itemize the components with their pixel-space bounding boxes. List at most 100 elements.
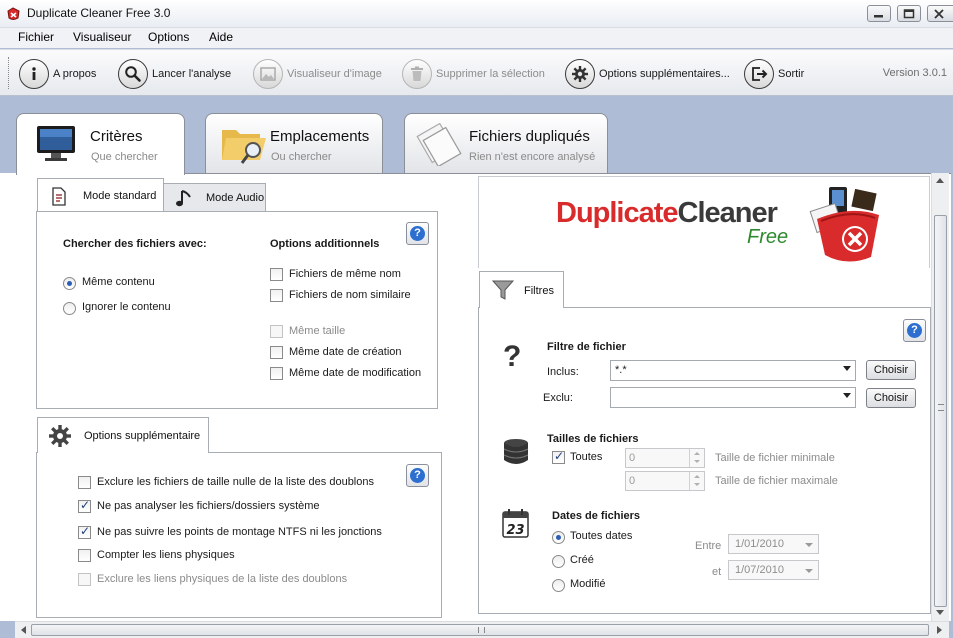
exclude-filter-combo[interactable] <box>610 387 856 408</box>
radio-ignore-content-label: Ignorer le contenu <box>82 301 171 313</box>
option-same-modified-date[interactable]: Même date de modification <box>270 367 430 382</box>
document-icon <box>51 187 67 209</box>
vertical-scroll-thumb[interactable] <box>934 215 947 607</box>
maximize-button[interactable] <box>897 5 921 22</box>
exit-button[interactable]: Sortir <box>744 58 804 90</box>
app-logo-text: DuplicateCleaner <box>556 197 778 230</box>
scroll-up-icon[interactable] <box>936 178 944 183</box>
radio-modified-label: Modifié <box>570 578 606 590</box>
delete-selection-button[interactable]: Supprimer la sélection <box>402 58 545 90</box>
filters-panel: ? ? Filtre de fichier Inclus: *.* Choisi… <box>478 307 931 614</box>
scan-button[interactable]: Lancer l'analyse <box>118 58 231 90</box>
about-button[interactable]: A propos <box>19 58 96 90</box>
stepper-arrows-icon <box>689 449 704 467</box>
checkbox-similar-name[interactable] <box>270 289 283 302</box>
menu-aide[interactable]: Aide <box>209 30 233 44</box>
extra-options-help-button[interactable]: ? <box>406 464 429 487</box>
option-count-hard-links-label: Compter les liens physiques <box>97 549 235 561</box>
horizontal-scroll-thumb[interactable] <box>31 624 929 636</box>
checkbox-sizes-all[interactable] <box>552 449 565 464</box>
magnifier-icon <box>118 59 148 89</box>
toolbar: A propos Lancer l'analyse Visualiseur d'… <box>0 49 953 96</box>
image-icon <box>253 59 283 89</box>
radio-created-button[interactable] <box>552 555 565 568</box>
option-exclude-zero-size-label: Exclure les fichiers de taille nulle de … <box>97 476 374 488</box>
radio-all-dates-button[interactable] <box>552 531 565 544</box>
option-similar-name[interactable]: Fichiers de nom similaire <box>270 289 430 304</box>
checkbox-same-name[interactable] <box>270 268 283 281</box>
radio-created[interactable]: Créé <box>552 554 652 569</box>
checkbox-same-size <box>270 325 283 338</box>
scan-label: Lancer l'analyse <box>152 68 232 80</box>
scroll-left-icon[interactable] <box>21 626 26 634</box>
date-to-picker: 1/07/2010 <box>728 560 819 580</box>
calendar-icon: 23 <box>501 507 531 542</box>
radio-all-dates-label: Toutes dates <box>570 530 633 542</box>
radio-same-content-button[interactable] <box>63 277 76 290</box>
choose-exclude-button[interactable]: Choisir <box>866 388 916 408</box>
option-skip-system-files[interactable]: Ne pas analyser les fichiers/dossiers sy… <box>78 498 388 515</box>
min-size-value: 0 <box>629 452 636 464</box>
checkbox-same-modified-date[interactable] <box>270 367 283 380</box>
radio-same-content-label: Même contenu <box>82 276 155 288</box>
criteria-help-button[interactable]: ? <box>406 222 429 245</box>
sizes-all-option[interactable]: Toutes <box>552 449 612 466</box>
tab-mode-audio[interactable]: Mode Audio <box>163 183 266 212</box>
chevron-down-icon <box>805 569 813 573</box>
radio-modified-button[interactable] <box>552 579 565 592</box>
info-icon <box>19 59 49 89</box>
checkbox-same-creation-date[interactable] <box>270 346 283 359</box>
more-options-button[interactable]: Options supplémentaires... <box>565 58 730 90</box>
choose-include-button[interactable]: Choisir <box>866 360 916 380</box>
checkbox-skip-ntfs-mounts[interactable] <box>78 524 91 539</box>
checkbox-skip-system-files[interactable] <box>78 498 91 513</box>
option-exclude-zero-size[interactable]: Exclure les fichiers de taille nulle de … <box>78 476 388 491</box>
checkbox-exclude-zero-size[interactable] <box>78 476 91 489</box>
radio-same-content[interactable]: Même contenu <box>63 276 193 291</box>
tab-extra-options[interactable]: Options supplémentaire <box>37 417 209 453</box>
logo-area: DuplicateCleaner Free <box>478 176 930 268</box>
image-viewer-button[interactable]: Visualiseur d'image <box>253 58 382 90</box>
option-exclude-hard-links-label: Exclure les liens physiques de la liste … <box>97 573 348 585</box>
menu-options[interactable]: Options <box>148 30 189 44</box>
image-viewer-label: Visualiseur d'image <box>287 68 382 80</box>
horizontal-scrollbar[interactable] <box>15 621 949 638</box>
include-filter-combo[interactable]: *.* <box>610 360 856 381</box>
option-same-size: Même taille <box>270 325 430 340</box>
toolbar-grip <box>8 57 11 89</box>
radio-ignore-content-button[interactable] <box>63 302 76 315</box>
tab-emplacements[interactable]: Emplacements Ou chercher <box>205 113 383 173</box>
option-exclude-hard-links: Exclure les liens physiques de la liste … <box>78 573 388 588</box>
menu-fichier[interactable]: Fichier <box>18 30 54 44</box>
scroll-down-icon[interactable] <box>936 610 944 615</box>
option-same-name[interactable]: Fichiers de même nom <box>270 268 430 283</box>
option-same-size-label: Même taille <box>289 325 346 337</box>
logo-free: Free <box>747 226 789 248</box>
tab-fichiers-dupliques[interactable]: Fichiers dupliqués Rien n'est encore ana… <box>404 113 608 173</box>
tab-criteres[interactable]: Critères Que chercher <box>16 113 185 175</box>
scroll-right-icon[interactable] <box>937 626 942 634</box>
radio-modified[interactable]: Modifié <box>552 578 652 593</box>
option-same-creation-date[interactable]: Même date de création <box>270 346 430 361</box>
and-label: et <box>712 566 722 578</box>
option-count-hard-links[interactable]: Compter les liens physiques <box>78 549 388 564</box>
sizes-all-label: Toutes <box>570 451 603 463</box>
checkbox-count-hard-links[interactable] <box>78 549 91 562</box>
tab-mode-standard[interactable]: Mode standard <box>37 178 164 211</box>
tab-filtres[interactable]: Filtres <box>479 271 564 308</box>
tab-extra-options-label: Options supplémentaire <box>84 430 201 442</box>
filters-help-button[interactable]: ? <box>903 319 926 342</box>
radio-all-dates[interactable]: Toutes dates <box>552 530 652 545</box>
vertical-scrollbar[interactable] <box>931 173 949 621</box>
checkbox-exclude-hard-links <box>78 573 91 586</box>
option-skip-system-files-label: Ne pas analyser les fichiers/dossiers sy… <box>97 500 320 512</box>
exit-icon <box>744 59 774 89</box>
radio-ignore-content[interactable]: Ignorer le contenu <box>63 301 193 316</box>
close-button[interactable] <box>927 5 953 22</box>
minimize-button[interactable] <box>867 5 891 22</box>
monitor-icon <box>35 124 77 167</box>
option-skip-ntfs-mounts[interactable]: Ne pas suivre les points de montage NTFS… <box>78 524 398 541</box>
menu-visualiseur[interactable]: Visualiseur <box>73 30 131 44</box>
option-same-name-label: Fichiers de même nom <box>289 268 401 280</box>
include-filter-value: *.* <box>615 364 627 376</box>
